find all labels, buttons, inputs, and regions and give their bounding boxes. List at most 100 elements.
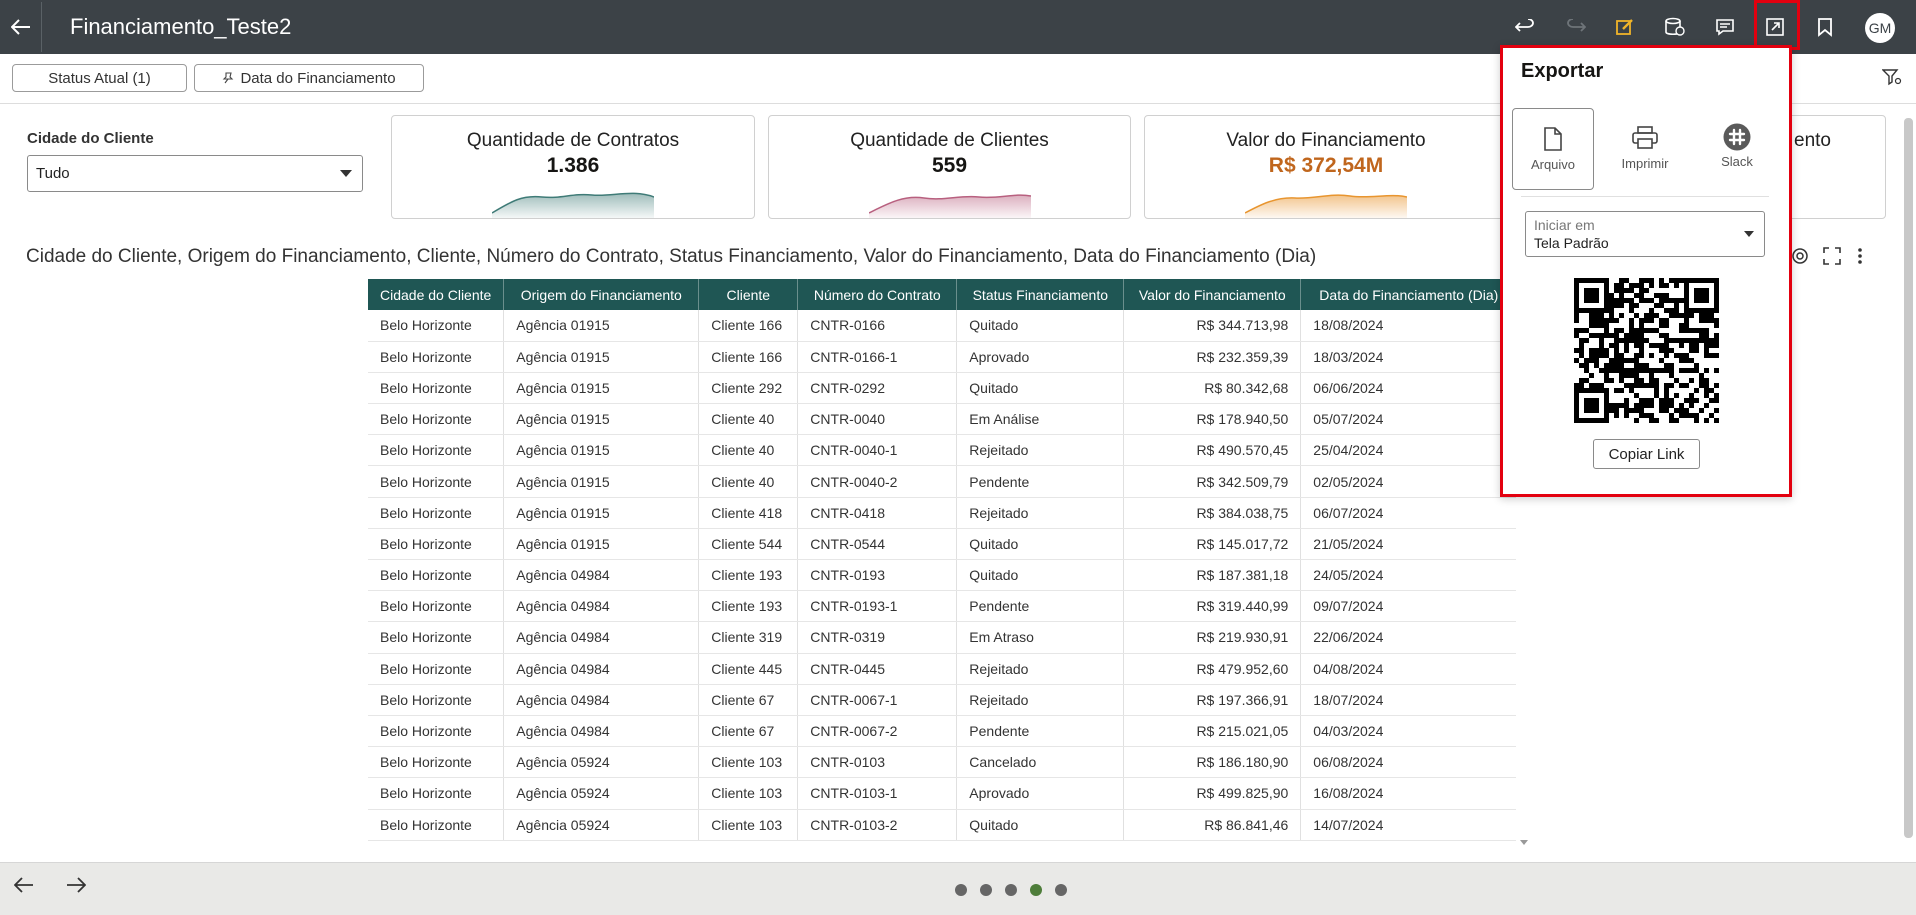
sparkline-contratos — [492, 192, 654, 218]
kpi-card-contratos[interactable]: Quantidade de Contratos 1.386 — [391, 115, 755, 219]
kpi-title: Quantidade de Contratos — [466, 130, 680, 151]
page-dot[interactable] — [1030, 884, 1042, 896]
table-row[interactable]: Belo Horizonte Agência 01915 Cliente 40 CNT… — [368, 465, 1518, 498]
table-cell: Cliente 193 — [698, 559, 799, 592]
table-cell: R$ 219.930,91 — [1123, 621, 1302, 654]
table-row[interactable]: Belo Horizonte Agência 05924 Cliente 103 CN… — [368, 777, 1518, 810]
export-option-slack[interactable]: Slack — [1696, 108, 1778, 190]
kpi-card-clientes[interactable]: Quantidade de Clientes 559 — [768, 115, 1131, 219]
page-dot[interactable] — [1005, 884, 1017, 896]
redo-button[interactable] — [1563, 14, 1589, 40]
table-cell: R$ 319.440,99 — [1123, 590, 1302, 623]
table-row[interactable]: Belo Horizonte Agência 01915 Cliente 166 CN… — [368, 310, 1518, 342]
table-row[interactable]: Belo Horizonte Agência 04984 Cliente 193 CN… — [368, 590, 1518, 623]
page-dot[interactable] — [980, 884, 992, 896]
table-row[interactable]: Belo Horizonte Agência 01915 Cliente 292 CN… — [368, 372, 1518, 405]
table-cell: R$ 80.342,68 — [1123, 372, 1302, 405]
bookmark-button[interactable] — [1812, 14, 1838, 40]
table-row[interactable]: Belo Horizonte Agência 04984 Cliente 67 CNT… — [368, 684, 1518, 716]
scrollbar-thumb[interactable] — [1904, 118, 1913, 838]
avatar[interactable]: GM — [1865, 13, 1895, 43]
table-row[interactable]: Belo Horizonte Agência 05924 Cliente 103 CN… — [368, 746, 1518, 779]
next-page-button[interactable] — [66, 877, 86, 893]
table-cell: Cancelado — [956, 746, 1125, 779]
table-cell: CNTR-0103-2 — [797, 809, 958, 841]
table-row[interactable]: Belo Horizonte Agência 01915 Cliente 166 CN… — [368, 341, 1518, 373]
table-cell: 06/06/2024 — [1300, 372, 1518, 405]
table-row[interactable]: Belo Horizonte Agência 01915 Cliente 40 CNT… — [368, 403, 1518, 436]
file-icon — [1544, 127, 1562, 151]
chevron-down-icon — [340, 170, 352, 177]
filter-settings-button[interactable] — [1882, 68, 1902, 86]
table-cell: Cliente 103 — [698, 809, 799, 841]
chip-label: Status Atual (1) — [48, 69, 151, 87]
arrow-right-icon — [67, 877, 86, 893]
table-row[interactable]: Belo Horizonte Agência 04984 Cliente 193 CN… — [368, 559, 1518, 592]
table-cell: Belo Horizonte — [368, 372, 505, 405]
table-body: Belo Horizonte Agência 01915 Cliente 166 CN… — [368, 310, 1518, 841]
table-cell: Cliente 544 — [698, 528, 799, 561]
arrow-left-icon — [14, 877, 33, 893]
table-cell: Cliente 67 — [698, 715, 799, 748]
export-option-arquivo[interactable]: Arquivo — [1512, 108, 1594, 190]
table-cell: 02/05/2024 — [1300, 465, 1518, 498]
column-header[interactable]: Valor do Financiamento — [1123, 279, 1302, 310]
column-header[interactable]: Cidade do Cliente — [368, 279, 505, 310]
export-option-label: Slack — [1721, 154, 1753, 169]
filter-chip-status[interactable]: Status Atual (1) — [12, 64, 187, 92]
column-header[interactable]: Data do Financiamento (Dia) — [1300, 279, 1518, 310]
start-view-label: Iniciar em — [1534, 217, 1595, 233]
page-scrollbar[interactable] — [1900, 108, 1916, 858]
table-cell: Agência 04984 — [503, 590, 700, 623]
start-view-select[interactable]: Iniciar em Tela Padrão — [1525, 211, 1765, 257]
data-button[interactable] — [1662, 14, 1688, 40]
prev-page-button[interactable] — [14, 877, 34, 893]
table-cell: 06/07/2024 — [1300, 497, 1518, 529]
comments-button[interactable] — [1712, 14, 1738, 40]
page-dot[interactable] — [1055, 884, 1067, 896]
cidade-filter-select[interactable]: Tudo — [27, 155, 363, 192]
table-cell: Agência 01915 — [503, 372, 700, 405]
column-header[interactable]: Origem do Financiamento — [503, 279, 700, 310]
page-dot[interactable] — [955, 884, 967, 896]
column-header[interactable]: Status Financiamento — [956, 279, 1125, 310]
table-cell: Belo Horizonte — [368, 497, 505, 529]
table-row[interactable]: Belo Horizonte Agência 04984 Cliente 319 CN… — [368, 621, 1518, 654]
table-cell: R$ 215.021,05 — [1123, 715, 1302, 748]
table-cell: Agência 04984 — [503, 653, 700, 685]
column-header[interactable]: Cliente — [698, 279, 799, 310]
table-cell: Belo Horizonte — [368, 341, 505, 373]
table-cell: 24/05/2024 — [1300, 559, 1518, 592]
table-row[interactable]: Belo Horizonte Agência 01915 Cliente 418 CN… — [368, 497, 1518, 529]
table-row[interactable]: Belo Horizonte Agência 04984 Cliente 445 CN… — [368, 653, 1518, 685]
table-cell: Rejeitado — [956, 653, 1125, 685]
table-cell: R$ 344.713,98 — [1123, 310, 1302, 342]
table-cell: R$ 232.359,39 — [1123, 341, 1302, 373]
export-button-highlight — [1754, 0, 1800, 50]
more-options-button[interactable] — [1854, 246, 1866, 266]
back-button[interactable] — [0, 2, 42, 52]
table-cell: Quitado — [956, 372, 1125, 405]
more-vertical-icon — [1858, 248, 1862, 264]
database-refresh-icon — [1665, 17, 1685, 36]
focus-button[interactable] — [1790, 246, 1810, 266]
maximize-button[interactable] — [1822, 246, 1842, 266]
table-row[interactable]: Belo Horizonte Agência 01915 Cliente 40 CNT… — [368, 434, 1518, 467]
table-cell: Belo Horizonte — [368, 590, 505, 623]
kpi-value: 1.386 — [546, 154, 600, 177]
table-row[interactable]: Belo Horizonte Agência 01915 Cliente 544 CN… — [368, 528, 1518, 561]
table-cell: R$ 145.017,72 — [1123, 528, 1302, 561]
table-row[interactable]: Belo Horizonte Agência 04984 Cliente 67 CNT… — [368, 715, 1518, 748]
export-option-imprimir[interactable]: Imprimir — [1604, 108, 1686, 190]
column-header[interactable]: Número do Contrato — [797, 279, 958, 310]
sparkline-clientes — [868, 194, 1031, 218]
kpi-card-valor[interactable]: Valor do Financiamento R$ 372,54M — [1144, 115, 1508, 219]
copy-link-button[interactable]: Copiar Link — [1593, 439, 1700, 469]
table-row[interactable]: Belo Horizonte Agência 05924 Cliente 103 CN… — [368, 809, 1518, 841]
table-cell: Agência 05924 — [503, 746, 700, 779]
filter-chip-data[interactable]: Data do Financiamento — [194, 64, 424, 92]
edit-button[interactable] — [1612, 14, 1638, 40]
undo-button[interactable] — [1512, 14, 1538, 40]
table-cell: Agência 01915 — [503, 528, 700, 561]
chip-label: Data do Financiamento — [240, 69, 396, 87]
